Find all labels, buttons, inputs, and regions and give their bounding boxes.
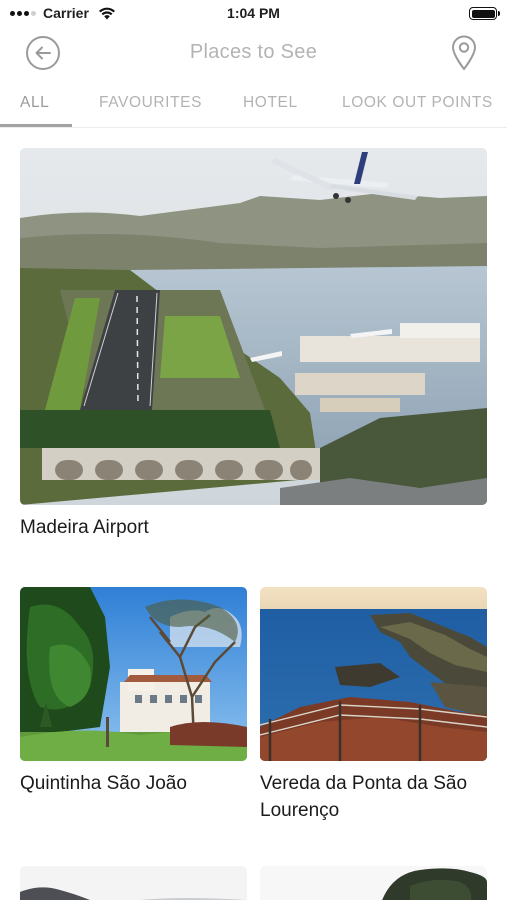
tab-look-out-points[interactable]: LOOK OUT POINTS: [342, 94, 493, 112]
map-pin-icon: [452, 35, 476, 70]
place-card-partial-left[interactable]: [20, 866, 247, 900]
status-time: 1:04 PM: [227, 5, 280, 21]
header: Places to See: [0, 30, 507, 76]
garden-hotel-photo: [20, 587, 247, 761]
place-card-madeira-airport[interactable]: Madeira Airport: [20, 148, 487, 548]
map-button[interactable]: [449, 34, 479, 72]
page-title: Places to See: [189, 41, 318, 63]
place-photo-partial-left: [20, 866, 247, 900]
place-name: Madeira Airport: [20, 517, 149, 538]
tab-hotel[interactable]: HOTEL: [243, 94, 298, 112]
place-card-partial-right[interactable]: [260, 866, 487, 900]
category-tabs: ALL FAVOURITES HOTEL LOOK OUT POINTS: [0, 84, 507, 128]
status-bar: Carrier 1:04 PM: [0, 0, 507, 26]
airport-photo: [20, 148, 487, 505]
tab-all[interactable]: ALL: [20, 94, 49, 112]
tabs-divider: [0, 127, 507, 128]
place-card-quintinha-sao-joao[interactable]: Quintinha São João: [20, 587, 247, 817]
place-name: Quintinha São João: [20, 773, 187, 794]
place-photo-partial-right: [260, 866, 487, 900]
coastal-cliff-photo: [260, 587, 487, 761]
tab-favourites[interactable]: FAVOURITES: [99, 94, 202, 112]
place-card-vereda-ponta-sao-lourenco[interactable]: Vereda da Ponta da São Lourenço: [260, 587, 487, 837]
place-name: Vereda da Ponta da São Lourenço: [260, 773, 468, 821]
battery-icon: [469, 7, 500, 20]
